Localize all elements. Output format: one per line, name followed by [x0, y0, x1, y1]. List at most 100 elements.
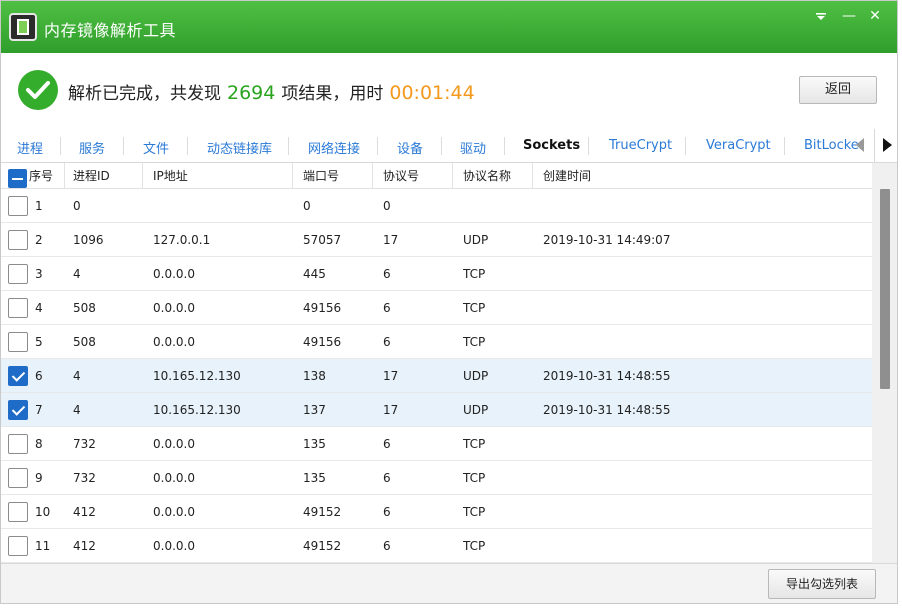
- status-message: 解析已完成，共发现 2694 项结果，用时 00:01:44: [68, 79, 475, 104]
- tab-scroll-left-icon[interactable]: [856, 138, 864, 152]
- cell-protocol-number: 6: [383, 539, 391, 553]
- tab-dlls[interactable]: 动态链接库: [207, 138, 272, 157]
- cell-index: 10: [35, 505, 51, 519]
- vertical-scrollbar[interactable]: [872, 163, 897, 563]
- tab-services[interactable]: 服务: [79, 138, 105, 157]
- cell-port: 49156: [303, 301, 342, 315]
- row-checkbox[interactable]: [8, 468, 28, 488]
- app-window: 内存镜像解析工具 — ✕ 解析已完成，共发现 2694 项结果，用时 00:01:44…: [0, 0, 898, 604]
- cell-ip: 0.0.0.0: [153, 437, 195, 451]
- scrollbar-thumb[interactable]: [880, 189, 890, 389]
- cell-created-time: 2019-10-31 14:49:07: [543, 233, 671, 247]
- cell-port: 57057: [303, 233, 342, 247]
- cell-protocol-number: 6: [383, 505, 391, 519]
- tab-drivers[interactable]: 驱动: [460, 138, 486, 157]
- title-bar[interactable]: 内存镜像解析工具 — ✕: [1, 1, 897, 53]
- sockets-table: 序号 进程ID IP地址 端口号 协议号 协议名称 创建时间 1 0 0 0 2 1096…: [1, 163, 872, 563]
- cell-port: 135: [303, 437, 326, 451]
- cell-index: 3: [35, 267, 43, 281]
- cell-protocol-number: 0: [383, 199, 391, 213]
- minimize-button[interactable]: —: [839, 7, 859, 27]
- row-checkbox[interactable]: [8, 502, 28, 522]
- tab-devices[interactable]: 设备: [397, 138, 423, 157]
- table-row[interactable]: 6 4 10.165.12.130 138 17 UDP 2019-10-31 14:48:…: [1, 359, 872, 393]
- cell-port: 49152: [303, 505, 342, 519]
- cell-ip: 0.0.0.0: [153, 267, 195, 281]
- elapsed-time: 00:01:44: [389, 82, 475, 104]
- col-header-port[interactable]: 端口号: [293, 163, 373, 189]
- col-header-index[interactable]: 序号: [23, 163, 65, 189]
- back-button[interactable]: 返回: [799, 76, 877, 104]
- menu-dropdown-icon[interactable]: [811, 7, 831, 27]
- cell-created-time: 2019-10-31 14:48:55: [543, 369, 671, 383]
- status-middle: 项结果，用时: [281, 84, 384, 104]
- table-row[interactable]: 11 412 0.0.0.0 49152 6 TCP: [1, 529, 872, 563]
- col-header-ip[interactable]: IP地址: [143, 163, 293, 189]
- tab-veracrypt[interactable]: VeraCrypt: [706, 138, 771, 153]
- table-row[interactable]: 5 508 0.0.0.0 49156 6 TCP: [1, 325, 872, 359]
- cell-protocol-name: TCP: [463, 505, 486, 519]
- export-selected-button[interactable]: 导出勾选列表: [768, 569, 876, 599]
- row-checkbox[interactable]: [8, 536, 28, 556]
- table-row[interactable]: 8 732 0.0.0.0 135 6 TCP: [1, 427, 872, 461]
- cell-port: 135: [303, 471, 326, 485]
- cell-index: 5: [35, 335, 43, 349]
- table-row[interactable]: 7 4 10.165.12.130 137 17 UDP 2019-10-31 14:48:…: [1, 393, 872, 427]
- col-header-protocol-name[interactable]: 协议名称: [453, 163, 533, 189]
- row-checkbox[interactable]: [8, 400, 28, 420]
- cell-port: 49156: [303, 335, 342, 349]
- cell-index: 9: [35, 471, 43, 485]
- status-prefix: 解析已完成，共发现: [68, 84, 221, 104]
- row-checkbox[interactable]: [8, 332, 28, 352]
- cell-index: 4: [35, 301, 43, 315]
- cell-ip: 0.0.0.0: [153, 301, 195, 315]
- cell-pid: 508: [73, 301, 96, 315]
- cell-ip: 0.0.0.0: [153, 471, 195, 485]
- cell-port: 49152: [303, 539, 342, 553]
- cell-pid: 508: [73, 335, 96, 349]
- cell-protocol-number: 6: [383, 437, 391, 451]
- col-header-pid[interactable]: 进程ID: [65, 163, 143, 189]
- cell-pid: 0: [73, 199, 81, 213]
- result-count: 2694: [227, 82, 276, 104]
- tab-truecrypt[interactable]: TrueCrypt: [609, 138, 672, 153]
- cell-index: 7: [35, 403, 43, 417]
- tab-sockets[interactable]: Sockets: [523, 138, 580, 153]
- cell-ip: 127.0.0.1: [153, 233, 211, 247]
- cell-index: 11: [35, 539, 51, 553]
- tab-scroll-right-button[interactable]: [874, 129, 897, 162]
- cell-protocol-name: UDP: [463, 233, 489, 247]
- cell-protocol-number: 6: [383, 267, 391, 281]
- footer-bar: 导出勾选列表: [1, 563, 897, 603]
- table-row[interactable]: 1 0 0 0: [1, 189, 872, 223]
- tab-network-connections[interactable]: 网络连接: [308, 138, 360, 157]
- row-checkbox[interactable]: [8, 434, 28, 454]
- tab-process[interactable]: 进程: [17, 138, 43, 157]
- close-button[interactable]: ✕: [865, 7, 885, 27]
- row-checkbox[interactable]: [8, 264, 28, 284]
- table-row[interactable]: 4 508 0.0.0.0 49156 6 TCP: [1, 291, 872, 325]
- cell-protocol-number: 6: [383, 471, 391, 485]
- cell-index: 8: [35, 437, 43, 451]
- cell-protocol-name: TCP: [463, 335, 486, 349]
- table-row[interactable]: 9 732 0.0.0.0 135 6 TCP: [1, 461, 872, 495]
- row-checkbox[interactable]: [8, 230, 28, 250]
- cell-index: 6: [35, 369, 43, 383]
- cell-pid: 412: [73, 505, 96, 519]
- cell-pid: 732: [73, 437, 96, 451]
- window-title: 内存镜像解析工具: [44, 21, 177, 40]
- cell-port: 137: [303, 403, 326, 417]
- tab-files[interactable]: 文件: [143, 138, 169, 157]
- col-header-created-time[interactable]: 创建时间: [533, 163, 872, 189]
- table-row[interactable]: 2 1096 127.0.0.1 57057 17 UDP 2019-10-31 14:49…: [1, 223, 872, 257]
- table-row[interactable]: 10 412 0.0.0.0 49152 6 TCP: [1, 495, 872, 529]
- col-header-protocol-number[interactable]: 协议号: [373, 163, 453, 189]
- row-checkbox[interactable]: [8, 196, 28, 216]
- row-checkbox[interactable]: [8, 298, 28, 318]
- cell-protocol-number: 17: [383, 233, 399, 247]
- row-checkbox[interactable]: [8, 366, 28, 386]
- table-row[interactable]: 3 4 0.0.0.0 445 6 TCP: [1, 257, 872, 291]
- cell-protocol-name: TCP: [463, 471, 486, 485]
- cell-created-time: 2019-10-31 14:48:55: [543, 403, 671, 417]
- cell-ip: 0.0.0.0: [153, 335, 195, 349]
